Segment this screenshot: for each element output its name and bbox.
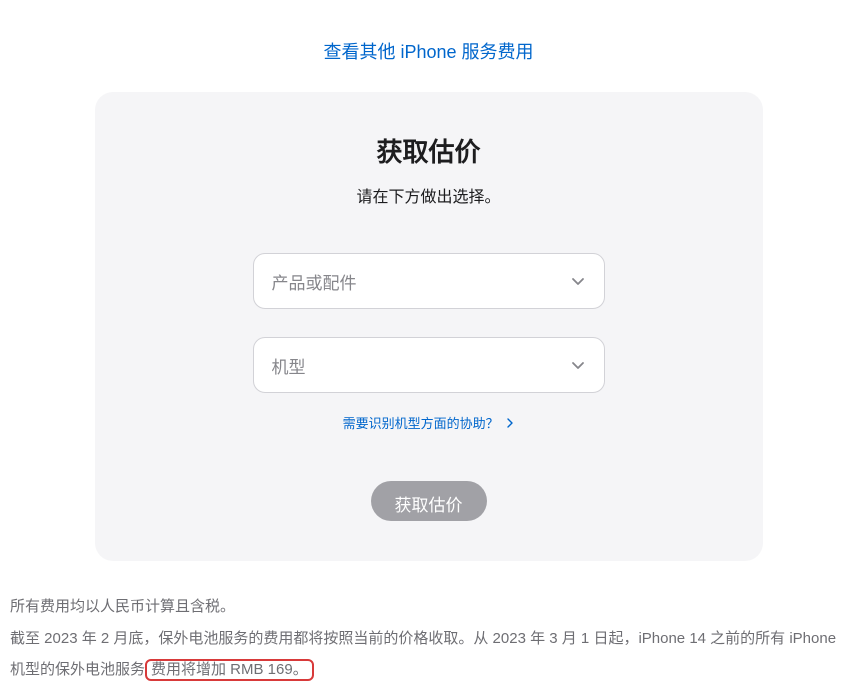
model-select-placeholder: 机型	[272, 353, 306, 378]
help-link-label: 需要识别机型方面的协助？	[343, 416, 499, 431]
card-subtitle: 请在下方做出选择。	[145, 183, 713, 207]
model-select[interactable]: 机型	[253, 337, 605, 393]
card-title: 获取估价	[145, 132, 713, 169]
product-select-placeholder: 产品或配件	[272, 269, 357, 294]
product-select[interactable]: 产品或配件	[253, 253, 605, 309]
footer-line-1: 所有费用均以人民币计算且含税。	[10, 591, 847, 623]
chevron-right-icon	[506, 416, 514, 431]
highlighted-text: 费用将增加 RMB 169。	[145, 659, 314, 681]
identify-model-help-link[interactable]: 需要识别机型方面的协助？	[343, 416, 515, 431]
get-estimate-button[interactable]: 获取估价	[371, 481, 487, 521]
chevron-down-icon	[570, 273, 586, 289]
footer-text: 所有费用均以人民币计算且含税。 截至 2023 年 2 月底，保外电池服务的费用…	[0, 561, 857, 686]
chevron-down-icon	[570, 357, 586, 373]
top-link[interactable]: 查看其他 iPhone 服务费用	[323, 42, 533, 62]
estimate-card: 获取估价 请在下方做出选择。 产品或配件 机型 需要识别机型方面的协助？ 获取估…	[95, 92, 763, 561]
footer-line-2: 截至 2023 年 2 月底，保外电池服务的费用都将按照当前的价格收取。从 20…	[10, 623, 847, 686]
